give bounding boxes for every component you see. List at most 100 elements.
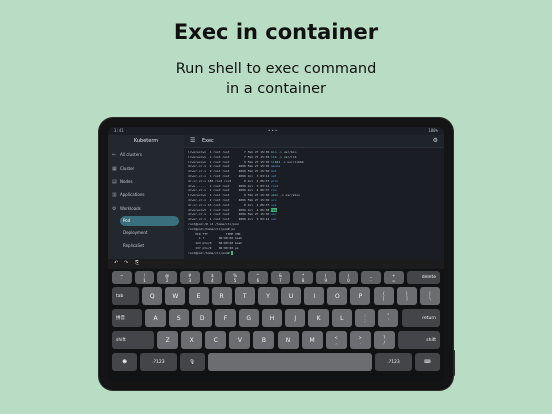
key-7[interactable]: & 7	[270, 271, 291, 284]
key-k[interactable]: K	[308, 309, 329, 327]
key-u[interactable]: U	[281, 287, 302, 305]
terminal-line: drwxr-xr-x 1 root root 4096 Jul 4 06:37 …	[188, 188, 277, 192]
sidebar-item-label: All clusters	[120, 152, 142, 157]
microphone-icon[interactable]: 🎙	[179, 353, 205, 371]
key-j[interactable]: J	[285, 309, 306, 327]
key-b[interactable]: B	[253, 331, 275, 349]
numbers-key[interactable]: .?123	[140, 353, 177, 371]
key-m[interactable]: M	[301, 331, 323, 349]
key-][interactable]: }]	[396, 287, 417, 305]
sidebar-item-label: Workloads	[120, 206, 141, 211]
key-y[interactable]: Y	[257, 287, 278, 305]
space-key[interactable]	[207, 353, 373, 371]
key-=[interactable]: + =	[383, 271, 404, 284]
headline: Exec in container	[173, 20, 379, 44]
menu-icon[interactable]: ☰	[190, 137, 195, 144]
key-v[interactable]: V	[229, 331, 251, 349]
return-key[interactable]: return	[401, 309, 440, 327]
terminal-text: mnt	[271, 169, 277, 174]
sidebar-item[interactable]: Pod	[120, 216, 179, 226]
paste-icon[interactable]: ⎘	[135, 260, 139, 266]
key-9[interactable]: (9	[315, 271, 336, 284]
key-.[interactable]: >.	[349, 331, 371, 349]
key-label: 7	[279, 277, 282, 283]
key-w[interactable]: W	[165, 287, 186, 305]
key-5[interactable]: % 5	[225, 271, 245, 284]
key-\[interactable]: | \	[419, 287, 440, 305]
sidebar-item[interactable]: Deployment	[120, 228, 179, 238]
key-8[interactable]: * 8	[293, 271, 313, 284]
key-e[interactable]: E	[188, 287, 209, 305]
key-label: -	[370, 277, 372, 283]
delete-key[interactable]: delete	[406, 271, 440, 284]
emoji-icon[interactable]: ☻	[112, 353, 138, 371]
sidebar-item[interactable]: ← All clusters	[112, 150, 180, 160]
key-g[interactable]: G	[238, 309, 259, 327]
terminal-text: dr-xr-xr-x 13 root root 0 Jul 4 06:37	[188, 202, 272, 207]
key-`[interactable]: ~ `	[112, 271, 132, 284]
key-f[interactable]: F	[215, 309, 236, 327]
shift-key[interactable]: shift	[397, 331, 440, 349]
key-x[interactable]: X	[181, 331, 203, 349]
key-'[interactable]: " '	[378, 309, 399, 327]
sidebar-item[interactable]: ⚙ Workloads	[112, 204, 180, 214]
terminal-text: drwxr-xr-x 1 root root 4096 Jul 4 06:37	[188, 188, 272, 193]
key-,[interactable]: <,	[325, 331, 347, 349]
shift-key[interactable]: shift	[112, 331, 155, 349]
keyboard: ~ `! 1 @2 #3 $4% 5 ^ 6 & 7 * 8(9) 0 _ - + = delete tab Q W E R T…	[108, 269, 444, 381]
terminal-line: drwxr-xr-x 2 root root 4096 Feb 27 15:30…	[188, 169, 277, 173]
key-o[interactable]: O	[327, 287, 348, 305]
key-6[interactable]: ^ 6	[248, 271, 268, 284]
key-/[interactable]: ? /	[373, 331, 395, 349]
terminal-text: lrwxrwxrwx 1 root root 9 Feb 27 15:30	[188, 159, 272, 164]
key-4[interactable]: $4	[202, 271, 223, 284]
multitask-dots-icon[interactable]: •••	[268, 128, 278, 133]
sidebar-item[interactable]: ReplicaSet	[120, 241, 179, 251]
key-3[interactable]: #3	[180, 271, 200, 284]
key-label: 3	[188, 277, 192, 283]
terminal-text: lrwxrwxrwx 1 root root 7 Feb 27 15:30	[188, 154, 272, 159]
status-bar: 3:41 ••• 100%	[108, 127, 444, 135]
terminal-text: root@pod:/# cd /home/cli/pod	[188, 222, 239, 226]
key-1[interactable]: ! 1	[134, 271, 155, 284]
terminal-line: drwxr-xr-x 2 root root 4096 Feb 27 15:30…	[188, 164, 280, 168]
key-[[interactable]: {[	[373, 287, 394, 305]
key-r[interactable]: R	[211, 287, 232, 305]
sidebar-item[interactable]: ▤ Nodes	[112, 177, 180, 187]
key-;[interactable]: :;	[354, 309, 376, 327]
terminal-output[interactable]: lrwxrwxrwx 1 root root 7 Feb 27 15:30 bi…	[184, 148, 444, 259]
terminal-line: root@pod:/# cd /home/cli/pod	[188, 222, 239, 226]
tab-key[interactable]: tab	[112, 287, 140, 305]
key-p[interactable]: P	[350, 287, 371, 305]
sidebar-item[interactable]: ▥ Applications	[112, 190, 180, 200]
redo-icon[interactable]: ↷	[124, 260, 128, 266]
key-0[interactable]: ) 0	[338, 271, 359, 284]
key-s[interactable]: S	[168, 309, 189, 327]
terminal-line: dr-xr-xr-x 13 root root 0 Jul 4 06:37 sy…	[188, 203, 277, 207]
sidebar-item[interactable]: ▦ Cluster	[112, 164, 180, 174]
key-l[interactable]: L	[331, 309, 352, 327]
key-q[interactable]: Q	[142, 287, 163, 305]
gear-icon[interactable]: ⚙	[433, 137, 438, 144]
terminal-text: root@pod:/home/cli/pod#	[188, 250, 232, 255]
key-label: 2	[165, 277, 169, 283]
sidebar-item-icon: ▤	[112, 179, 117, 185]
status-time: 3:41	[114, 128, 124, 133]
key-i[interactable]: I	[304, 287, 325, 305]
numbers-key[interactable]: .?123	[375, 353, 412, 371]
key--[interactable]: _ -	[361, 271, 381, 284]
key-2[interactable]: @2	[157, 271, 177, 284]
key-c[interactable]: C	[205, 331, 227, 349]
terminal-line: lrwxrwxrwx 1 root root 8 Feb 27 15:30 sb…	[188, 193, 300, 197]
key-t[interactable]: T	[234, 287, 255, 305]
key-n[interactable]: N	[277, 331, 299, 349]
pinyin-key[interactable]: 拼音	[112, 309, 143, 327]
key-d[interactable]: D	[192, 309, 213, 327]
key-a[interactable]: A	[145, 309, 166, 327]
terminal-line: lrwxrwxrwx 1 root root 7 Feb 27 15:30 li…	[188, 155, 296, 159]
key-z[interactable]: Z	[157, 331, 179, 349]
key-label: 8	[301, 277, 305, 283]
undo-icon[interactable]: ↶	[114, 260, 118, 266]
key-h[interactable]: H	[261, 309, 283, 327]
keyboard-dismiss-icon[interactable]: ⌨	[414, 353, 440, 371]
